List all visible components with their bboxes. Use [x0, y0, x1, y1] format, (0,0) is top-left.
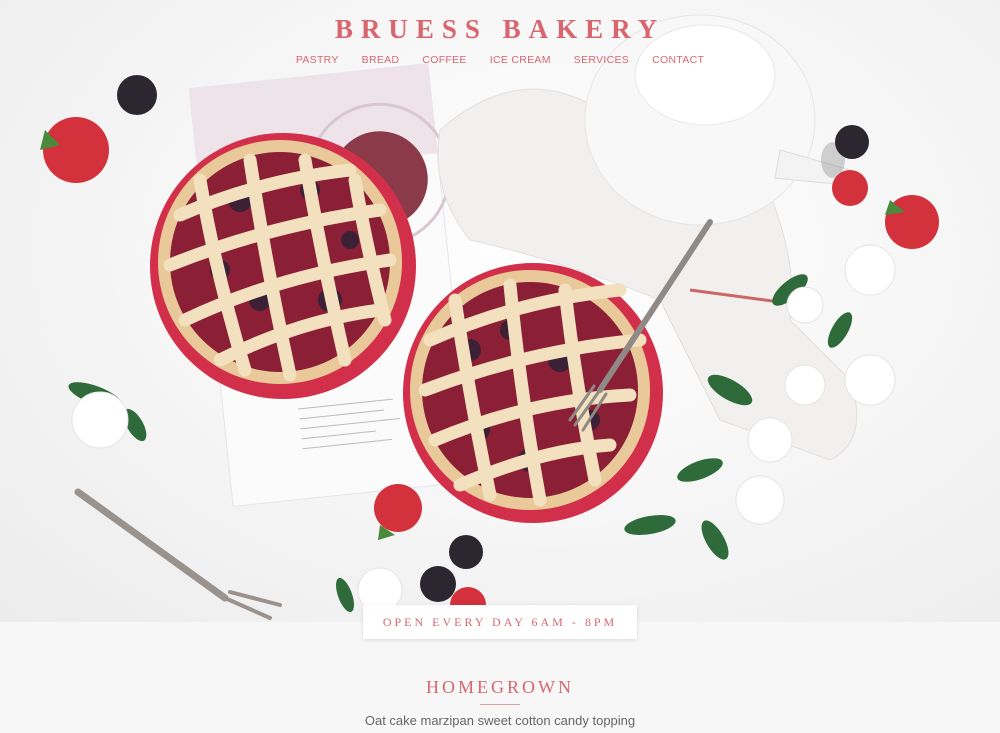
fork-bottom	[74, 488, 282, 620]
section-text: Oat cake marzipan sweet cotton candy top…	[364, 713, 636, 728]
nav-services[interactable]: SERVICES	[570, 54, 633, 66]
nav-contact[interactable]: CONTACT	[648, 54, 708, 66]
teapot	[584, 14, 851, 226]
pie-left	[150, 133, 416, 399]
nav-ice-cream[interactable]: ICE CREAM	[486, 54, 555, 66]
nav-bread[interactable]: BREAD	[358, 54, 404, 66]
nav-pastry[interactable]: PASTRY	[292, 54, 343, 66]
main-nav: PASTRY BREAD COFFEE ICE CREAM SERVICES C…	[0, 54, 1000, 66]
title-divider	[480, 704, 520, 705]
opening-hours-badge: OPEN EVERY DAY 6AM - 8PM	[363, 605, 637, 639]
pies-illustration	[40, 14, 939, 622]
nav-coffee[interactable]: COFFEE	[418, 54, 470, 66]
hero-image: BRUESS BAKERY PASTRY BREAD COFFEE ICE CR…	[0, 0, 1000, 622]
section-title: HOMEGROWN	[426, 677, 574, 697]
brand-logo[interactable]: BRUESS BAKERY	[0, 14, 1000, 45]
pie-right	[403, 263, 663, 523]
